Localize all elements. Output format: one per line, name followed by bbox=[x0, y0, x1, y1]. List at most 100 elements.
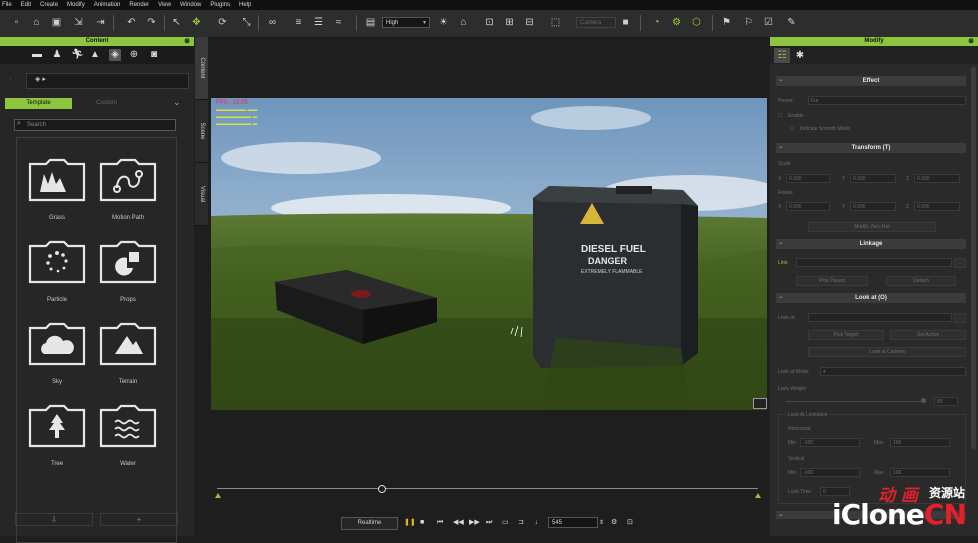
path-breadcrumb[interactable]: ◈ ▸ bbox=[26, 73, 189, 89]
range-icon[interactable]: ⊐ bbox=[518, 517, 524, 529]
panel-close-icon[interactable]: ⊗ bbox=[184, 37, 190, 46]
rotate-y-field[interactable]: 0.000 bbox=[850, 202, 896, 211]
menu-view[interactable]: View bbox=[158, 2, 171, 8]
effect-sparkle-icon[interactable]: ✱ bbox=[792, 48, 808, 63]
move-icon[interactable]: ✥ bbox=[190, 16, 203, 29]
actor-tab-icon[interactable]: ♟ bbox=[51, 49, 63, 61]
look-weight-field[interactable]: 80 bbox=[934, 397, 958, 406]
link-icon[interactable]: ∞ bbox=[266, 16, 279, 29]
list-item-grass[interactable]: Grass bbox=[22, 158, 92, 221]
h-min-field[interactable]: -100 bbox=[800, 438, 860, 447]
panel-close-icon[interactable]: ⊗ bbox=[968, 37, 974, 46]
select-arrow-icon[interactable]: ↖ bbox=[170, 16, 183, 29]
3d-viewport[interactable]: DIESEL FUEL DANGER EXTREMELY FLAMMABLE bbox=[211, 98, 767, 410]
reset-rotation-button[interactable]: Modify Zero Rot bbox=[808, 222, 936, 232]
search-input[interactable]: Search bbox=[14, 119, 176, 131]
menu-create[interactable]: Create bbox=[40, 2, 58, 8]
download-button[interactable]: ⇩ bbox=[15, 513, 93, 526]
section-transform[interactable]: − Transform (T) bbox=[776, 143, 966, 153]
distribute-icon[interactable]: ☰ bbox=[312, 16, 325, 29]
menu-plugins[interactable]: Plugins bbox=[210, 2, 230, 8]
undo-icon[interactable]: ↶ bbox=[125, 16, 138, 29]
save-icon[interactable]: ▣ bbox=[50, 16, 63, 29]
camera-tab-icon[interactable]: ◙ bbox=[148, 49, 160, 61]
brush-icon[interactable]: ✎ bbox=[785, 16, 798, 29]
modify-panel-scrollbar[interactable] bbox=[971, 67, 976, 449]
physics-icon[interactable]: ◔ bbox=[650, 16, 663, 29]
loop-icon[interactable]: ▭ bbox=[502, 517, 509, 529]
look-weight-slider[interactable] bbox=[786, 401, 926, 402]
tab-template[interactable]: Template bbox=[5, 98, 72, 109]
pick-target-button[interactable]: Pick Target bbox=[808, 330, 884, 340]
import-icon[interactable]: ⇲ bbox=[72, 16, 85, 29]
timeline-thumb[interactable] bbox=[378, 485, 386, 493]
list-item-terrain[interactable]: Terrain bbox=[93, 322, 163, 385]
stage-tab-icon[interactable]: ▲ bbox=[89, 49, 101, 61]
rotate-z-field[interactable]: 0.000 bbox=[914, 202, 960, 211]
list-item-water[interactable]: Water bbox=[93, 404, 163, 467]
h-max-field[interactable]: 100 bbox=[890, 438, 950, 447]
animation-tab-icon[interactable]: 🏃︎ bbox=[71, 49, 84, 61]
light-icon[interactable]: ☀ bbox=[437, 16, 450, 29]
look-at-target-field[interactable] bbox=[808, 313, 952, 322]
scale-x-field[interactable]: 0.000 bbox=[786, 174, 830, 183]
stop-icon[interactable]: ■ bbox=[420, 517, 424, 529]
first-frame-icon[interactable]: ⏮︎ bbox=[437, 517, 443, 529]
zoom-extent-icon[interactable]: ⊞ bbox=[503, 16, 516, 29]
menu-edit[interactable]: Edit bbox=[21, 2, 31, 8]
back-arrow-icon[interactable]: ↑ bbox=[9, 77, 13, 84]
enable-checkbox[interactable]: ☐ bbox=[778, 113, 782, 119]
section-linkage[interactable]: − Linkage bbox=[776, 239, 966, 249]
marker-icon[interactable]: ⚐ bbox=[742, 16, 755, 29]
look-time-field[interactable]: 0 bbox=[820, 487, 850, 496]
projection-icon[interactable]: ⬚ bbox=[549, 16, 562, 29]
link-target-field[interactable] bbox=[796, 258, 952, 267]
list-item-particle[interactable]: Particle bbox=[22, 240, 92, 303]
video-camera-icon[interactable]: ■ bbox=[619, 16, 632, 29]
media-tab-icon[interactable]: ⊕ bbox=[128, 49, 140, 61]
preset-select[interactable]: Fur bbox=[808, 96, 966, 105]
next-frame-icon[interactable]: ▶▶ bbox=[469, 517, 480, 529]
redo-icon[interactable]: ↷ bbox=[145, 16, 158, 29]
window-layout-icon[interactable]: ▤ bbox=[364, 16, 377, 29]
audio-icon[interactable]: ♩ bbox=[535, 517, 542, 529]
align-icon[interactable]: ≡ bbox=[292, 16, 305, 29]
simulate-icon[interactable]: ⬡ bbox=[690, 16, 703, 29]
frame-icon[interactable]: ⊟ bbox=[523, 16, 536, 29]
menu-help[interactable]: Help bbox=[239, 2, 251, 8]
render-quality-select[interactable]: High bbox=[382, 17, 430, 29]
timeline-scrubber[interactable] bbox=[215, 485, 761, 498]
frame-stepper-icon[interactable]: ⇕ bbox=[599, 517, 604, 529]
rotate-x-field[interactable]: 0.000 bbox=[786, 202, 830, 211]
section-effect[interactable]: − Effect bbox=[776, 76, 966, 86]
v-max-field[interactable]: 100 bbox=[890, 468, 950, 477]
list-item-motion-path[interactable]: Motion Path bbox=[93, 158, 163, 221]
list-item-sky[interactable]: Sky bbox=[22, 322, 92, 385]
rotate-icon[interactable]: ⟳ bbox=[216, 16, 229, 29]
set-tab-icon[interactable]: ◈ bbox=[109, 49, 121, 61]
set-active-button[interactable]: Set Active bbox=[890, 330, 966, 340]
section-look-at[interactable]: − Look at (O) bbox=[776, 293, 966, 303]
fullscreen-icon[interactable]: ⊡ bbox=[627, 517, 633, 529]
scale-y-field[interactable]: 0.000 bbox=[850, 174, 896, 183]
fit-view-icon[interactable]: ⊡ bbox=[483, 16, 496, 29]
smooth-checkbox[interactable]: ☐ bbox=[790, 126, 794, 132]
tab-custom[interactable]: Custom bbox=[73, 98, 140, 109]
pause-icon[interactable]: ❚❚ bbox=[404, 517, 416, 529]
list-item-tree[interactable]: Tree bbox=[22, 404, 92, 467]
list-item-props[interactable]: Props bbox=[93, 240, 163, 303]
menu-modify[interactable]: Modify bbox=[67, 2, 85, 8]
realtime-select[interactable]: Realtime bbox=[341, 517, 398, 530]
look-at-mode-select[interactable]: ▾ bbox=[820, 367, 966, 376]
scale-z-field[interactable]: 0.000 bbox=[914, 174, 960, 183]
menu-animation[interactable]: Animation bbox=[94, 2, 121, 8]
viewport-options-icon[interactable] bbox=[753, 398, 767, 409]
tab-content[interactable]: Content bbox=[195, 37, 208, 100]
export-icon[interactable]: ⇥ bbox=[94, 16, 107, 29]
menu-render[interactable]: Render bbox=[129, 2, 149, 8]
new-file-icon[interactable]: ▫ bbox=[10, 16, 23, 29]
pick-parent-button[interactable]: Pick Parent bbox=[796, 276, 868, 286]
timeline-start-marker[interactable] bbox=[215, 493, 221, 498]
v-min-field[interactable]: -100 bbox=[800, 468, 860, 477]
menu-window[interactable]: Window bbox=[180, 2, 201, 8]
